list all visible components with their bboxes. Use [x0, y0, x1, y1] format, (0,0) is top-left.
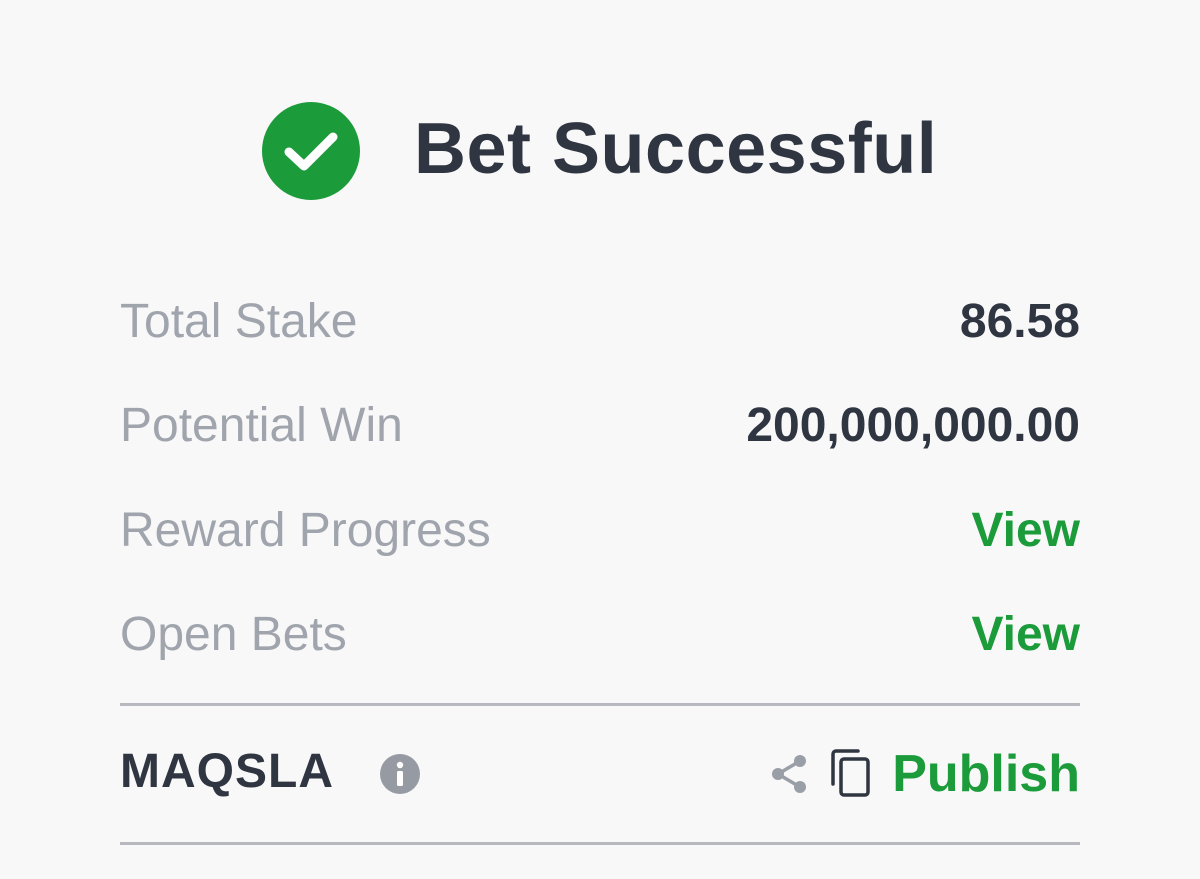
bet-success-header: Bet Successful [0, 100, 1200, 200]
booking-code: MAQSLA [120, 745, 334, 798]
summary-row-total-stake: Total Stake 86.58 [120, 294, 1080, 364]
total-stake-label: Total Stake [120, 295, 358, 348]
info-icon[interactable] [380, 754, 420, 794]
open-bets-view-link[interactable]: View [971, 607, 1080, 662]
check-circle-icon [262, 102, 360, 200]
booking-code-bar: MAQSLA Publish [120, 740, 1080, 810]
open-bets-label: Open Bets [120, 608, 347, 661]
publish-button[interactable]: Publish [892, 744, 1080, 804]
reward-progress-view-link[interactable]: View [971, 503, 1080, 558]
summary-row-reward-progress: Reward Progress View [120, 503, 1080, 573]
divider [120, 842, 1080, 845]
potential-win-label: Potential Win [120, 399, 403, 452]
share-icon[interactable] [768, 752, 812, 801]
divider [120, 703, 1080, 706]
summary-row-open-bets: Open Bets View [120, 607, 1080, 677]
copy-icon[interactable] [828, 748, 874, 805]
reward-progress-label: Reward Progress [120, 504, 491, 557]
summary-row-potential-win: Potential Win 200,000,000.00 [120, 398, 1080, 468]
page-title: Bet Successful [414, 109, 938, 189]
bet-confirmation-page: Bet Successful Total Stake 86.58 Potenti… [0, 0, 1200, 879]
potential-win-value: 200,000,000.00 [746, 399, 1080, 452]
total-stake-value: 86.58 [959, 295, 1080, 348]
